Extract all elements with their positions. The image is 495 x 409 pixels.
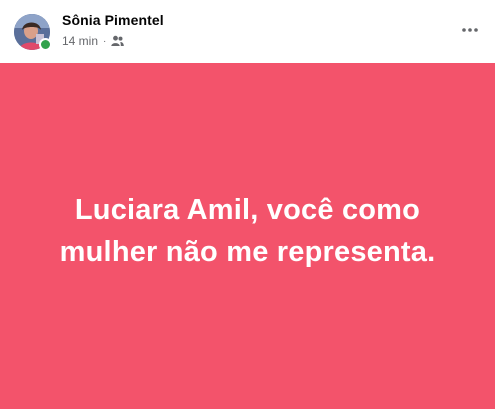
post-timestamp[interactable]: 14 min xyxy=(62,34,98,48)
author-avatar[interactable] xyxy=(14,14,52,51)
online-status-dot xyxy=(39,38,52,51)
friends-icon[interactable] xyxy=(111,35,125,47)
post-card: Sônia Pimentel 14 min · Luciara Amil, vo xyxy=(0,0,495,409)
post-meta: 14 min · xyxy=(62,34,125,48)
post-header: Sônia Pimentel 14 min · xyxy=(0,0,495,63)
meta-separator: · xyxy=(103,35,107,47)
author-name[interactable]: Sônia Pimentel xyxy=(62,12,164,28)
more-options-button[interactable] xyxy=(459,20,481,40)
post-text-banner[interactable]: Luciara Amil, você como mulher não me re… xyxy=(0,63,495,409)
post-text: Luciara Amil, você como mulher não me re… xyxy=(59,194,436,268)
more-options-icon xyxy=(462,28,478,32)
